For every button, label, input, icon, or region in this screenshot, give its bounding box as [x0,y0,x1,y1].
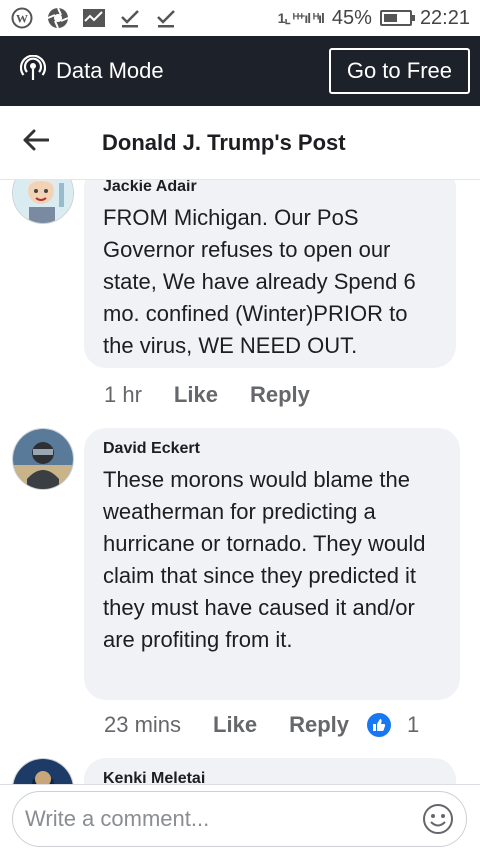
comment-bubble[interactable]: Kenki Meletai [84,758,456,784]
comment-time[interactable]: 23 mins [104,712,181,738]
system-status: 1⌞ ᴴ⁺ıl ᴴıl 45% 22:21 [278,7,470,30]
comment-composer: Write a comment... [0,784,480,854]
comment-author[interactable]: Kenki Meletai [103,770,440,784]
broadcast-icon [19,54,47,87]
avatar[interactable] [12,180,74,224]
comment-time[interactable]: 1 hr [104,382,142,408]
battery-icon [379,10,415,26]
like-button[interactable]: Like [174,382,218,408]
signal-icon: 1⌞ ᴴ⁺ıl ᴴıl [277,9,325,26]
activity-icon [82,6,106,30]
notification-icons: W [10,6,178,30]
comment-bubble[interactable]: Jackie Adair FROM Michigan. Our PoS Gove… [84,180,456,368]
aperture-icon [46,6,70,30]
emoji-icon[interactable] [422,803,454,835]
data-mode-label: Data Mode [56,58,164,83]
status-bar: W 1⌞ ᴴ⁺ıl ᴴıl 45% 22:21 [0,0,480,36]
comment-author[interactable]: David Eckert [103,440,444,458]
reply-button[interactable]: Reply [289,712,349,738]
avatar[interactable] [12,428,74,490]
avatar[interactable] [12,758,74,784]
reply-button[interactable]: Reply [250,382,310,408]
comment-input-placeholder: Write a comment... [25,806,210,831]
back-button[interactable] [0,106,72,180]
comment-author[interactable]: Jackie Adair [103,180,440,196]
battery-percent: 45% [331,6,372,29]
like-button[interactable]: Like [213,712,257,738]
back-arrow-icon [23,129,50,156]
thumbs-up-icon[interactable] [367,713,391,737]
comment-input[interactable]: Write a comment... [12,791,467,847]
page-title: Donald J. Trump's Post [102,129,346,155]
svg-text:W: W [16,12,28,26]
data-mode-label-group[interactable]: Data Mode [19,54,164,87]
comment-actions: 23 mins Like Reply 1 [104,712,419,738]
reaction-count[interactable]: 1 [407,712,419,738]
go-to-free-button[interactable]: Go to Free [328,48,470,94]
download-done-icon-2 [154,6,178,30]
comment-actions: 1 hr Like Reply [104,382,342,408]
comment-text: FROM Michigan. Our PoS Governor refuses … [103,205,416,358]
data-mode-bar: Data Mode Go to Free [0,36,480,106]
wordpress-icon: W [10,6,34,30]
post-header: Donald J. Trump's Post [0,106,480,180]
clock: 22:21 [419,6,470,29]
download-done-icon [118,6,142,30]
comments-list[interactable]: Jackie Adair FROM Michigan. Our PoS Gove… [0,180,480,784]
comment-bubble[interactable]: David Eckert These morons would blame th… [84,428,460,700]
comment-text: These morons would blame the weatherman … [103,467,426,652]
